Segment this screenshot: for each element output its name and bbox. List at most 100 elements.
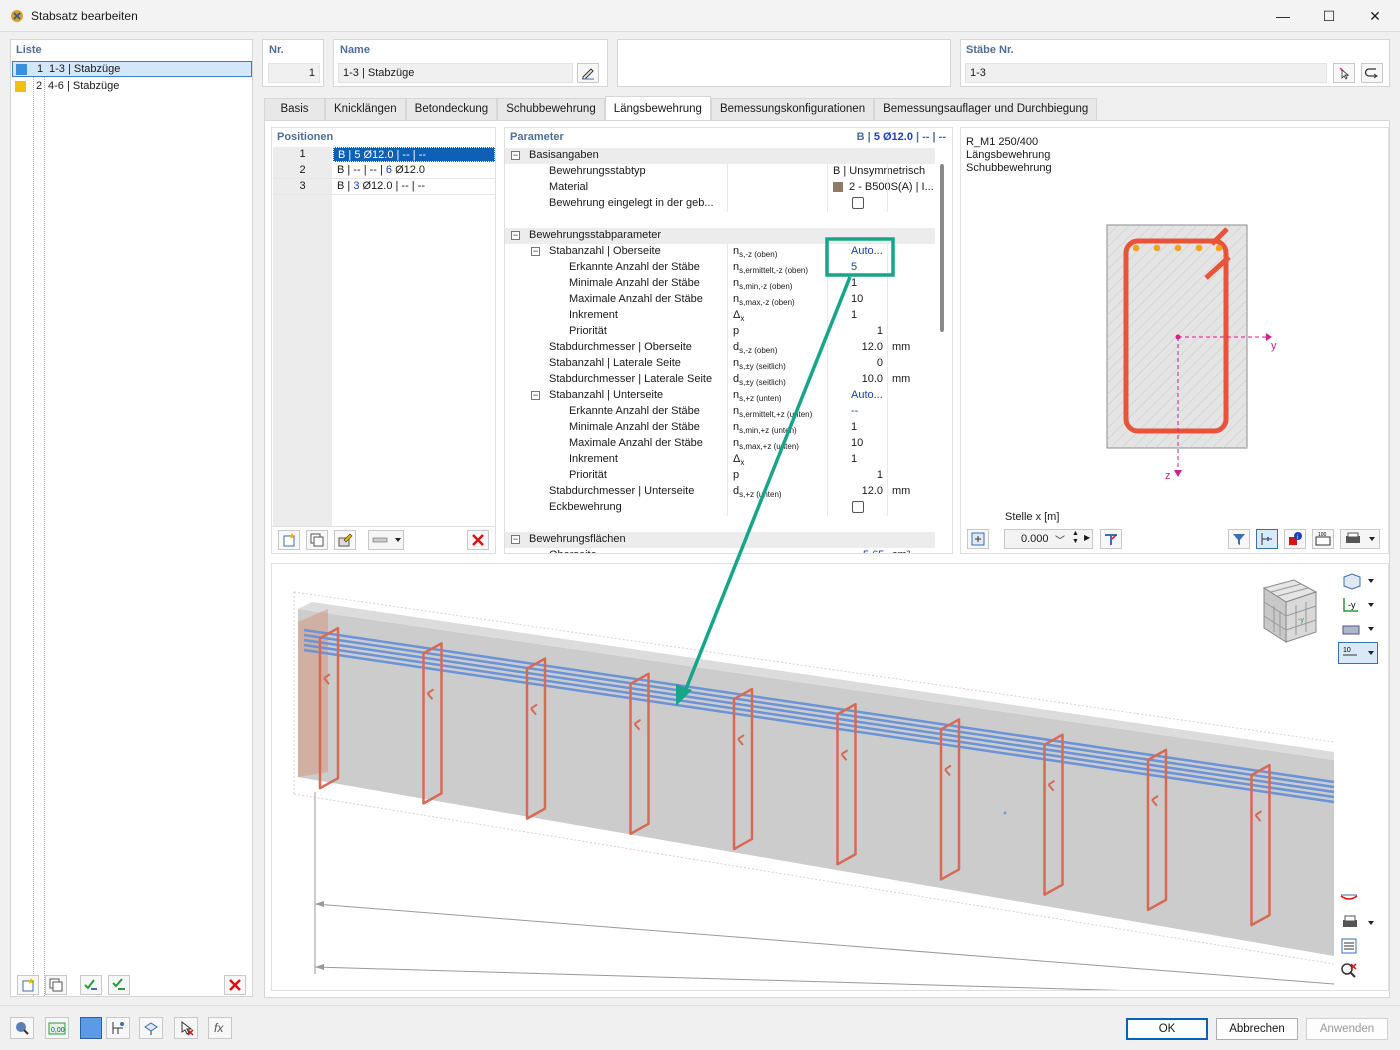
parameter-value[interactable]: 10.0 xyxy=(862,373,883,385)
tab-knicklaengen[interactable]: Knicklängen xyxy=(325,98,406,120)
check-all-button[interactable] xyxy=(80,975,102,995)
position-options-dropdown[interactable] xyxy=(368,530,404,550)
new-position-button[interactable] xyxy=(278,530,300,550)
tab-schubbewehrung[interactable]: Schubbewehrung xyxy=(497,98,605,120)
parameter-value[interactable]: Auto... xyxy=(851,389,883,401)
tab-bemessungskonfigurationen[interactable]: Bemessungskonfigurationen xyxy=(710,98,875,120)
info-button[interactable]: i xyxy=(1284,529,1306,549)
navigation-cube[interactable]: -y xyxy=(1254,576,1322,648)
minimize-button[interactable]: — xyxy=(1260,0,1306,32)
parameter-row[interactable]: Stabdurchmesser | Oberseite ds,-z (oben) 1… xyxy=(505,340,935,356)
list-item[interactable]: 1 1-3 | Stabzüge xyxy=(12,61,252,77)
edit-name-button[interactable] xyxy=(577,63,599,83)
filter-button[interactable] xyxy=(1228,529,1250,549)
ok-button[interactable]: OK xyxy=(1126,1018,1208,1040)
parameter-row[interactable]: Maximale Anzahl der Stäbe ns,max,-z (oben… xyxy=(505,292,935,308)
scale-button[interactable]: 100 xyxy=(1312,529,1334,549)
tab-laengsbewehrung[interactable]: Längsbewehrung xyxy=(604,96,711,120)
copy-position-button[interactable] xyxy=(306,530,328,550)
parameter-value[interactable]: 1 xyxy=(877,469,883,481)
print-dropdown[interactable] xyxy=(1340,529,1380,549)
checkbox[interactable] xyxy=(852,197,864,209)
color-icon[interactable] xyxy=(80,1017,102,1039)
collapse-icon[interactable]: − xyxy=(531,247,540,256)
parameter-row[interactable]: Priorität p 1 xyxy=(505,324,935,340)
section-header[interactable]: − Basisangaben xyxy=(505,148,935,164)
section-settings-button[interactable] xyxy=(967,529,989,549)
spinner-arrows-icon[interactable]: ▲ ▼ xyxy=(1072,530,1079,546)
nr-field[interactable]: 1 xyxy=(268,63,320,83)
parameter-row[interactable]: Stabanzahl | Laterale Seite ns,±y (seitli… xyxy=(505,356,935,372)
parameter-row[interactable]: Oberseite 5.65 cm² xyxy=(505,548,935,553)
parameter-value[interactable]: 1 xyxy=(851,277,857,289)
close-window-button[interactable]: ✕ xyxy=(1352,0,1398,32)
table-row[interactable]: 2 B | -- | -- | 6 Ø12.0 xyxy=(273,163,495,179)
collapse-icon[interactable]: − xyxy=(511,151,520,160)
check-selected-button[interactable] xyxy=(108,975,130,995)
delete-item-button[interactable] xyxy=(224,975,246,995)
parameter-value[interactable]: -- xyxy=(851,405,858,417)
parameter-value[interactable]: 12.0 xyxy=(862,341,883,353)
dimension-scale-dropdown[interactable]: 10 xyxy=(1338,642,1378,664)
chevron-down-icon[interactable]: ﹀ xyxy=(1055,532,1065,547)
pick-members-button[interactable] xyxy=(1333,63,1355,83)
parameter-value[interactable]: 1 xyxy=(851,309,857,321)
apply-button[interactable]: Anwenden xyxy=(1306,1018,1388,1040)
section-header[interactable]: − Bewehrungsflächen xyxy=(505,532,935,548)
section-style-button[interactable] xyxy=(1100,529,1122,549)
parameter-value[interactable]: 10 xyxy=(851,293,863,305)
display-dropdown[interactable] xyxy=(1338,618,1378,640)
formula-icon[interactable]: fx xyxy=(208,1017,232,1039)
parameter-row[interactable]: − Stabanzahl | Oberseite ns,-z (oben) Auto.… xyxy=(505,244,935,260)
parameter-row[interactable]: Bewehrung eingelegt in der geb... xyxy=(505,196,935,212)
search-icon[interactable] xyxy=(10,1017,34,1039)
parameter-value[interactable]: 10 xyxy=(851,437,863,449)
reverse-button[interactable] xyxy=(1361,63,1383,83)
parameter-value[interactable]: 1 xyxy=(851,453,857,465)
edit-position-button[interactable] xyxy=(334,530,356,550)
members-field[interactable]: 1-3 xyxy=(965,63,1327,83)
parameter-row[interactable]: Inkrement Δx 1 xyxy=(505,452,935,468)
parameter-value[interactable]: 5 xyxy=(851,261,857,273)
parameter-row[interactable]: Bewehrungsstabtyp B | Unsymmetrisch xyxy=(505,164,935,180)
tab-basis[interactable]: Basis xyxy=(264,98,325,120)
maximize-button[interactable]: ☐ xyxy=(1306,0,1352,32)
deformation-button[interactable] xyxy=(1338,888,1362,910)
collapse-icon[interactable]: − xyxy=(531,391,540,400)
table-row[interactable]: 3 B | 3 Ø12.0 | -- | -- xyxy=(273,179,495,195)
name-field[interactable]: 1-3 | Stabzüge xyxy=(338,63,573,83)
collapse-icon[interactable]: − xyxy=(511,535,520,544)
parameter-row[interactable]: − Stabanzahl | Unterseite ns,+z (unten) Aut… xyxy=(505,388,935,404)
parameter-row[interactable]: Maximale Anzahl der Stäbe ns,max,+z (unte… xyxy=(505,436,935,452)
table-row[interactable]: 1 B | 5 Ø12.0 | -- | -- xyxy=(273,147,495,163)
collapse-icon[interactable]: − xyxy=(511,231,520,240)
list-item[interactable]: 2 4-6 | Stabzüge xyxy=(12,79,252,95)
cancel-button[interactable]: Abbrechen xyxy=(1216,1018,1298,1040)
parameter-row[interactable]: Minimale Anzahl der Stäbe ns,min,+z (unte… xyxy=(505,420,935,436)
parameter-row[interactable]: Minimale Anzahl der Stäbe ns,min,-z (oben… xyxy=(505,276,935,292)
copy-item-button[interactable] xyxy=(45,975,67,995)
stelle-spinner[interactable]: 0.000 ﹀ ▲ ▼ ▶ xyxy=(1004,529,1093,549)
section-header[interactable]: − Bewehrungsstabparameter xyxy=(505,228,935,244)
parameter-value[interactable]: 12.0 xyxy=(862,485,883,497)
clear-selection-icon[interactable] xyxy=(174,1017,198,1039)
parameter-scrollbar[interactable] xyxy=(940,164,944,332)
tab-bemessungsauflager[interactable]: Bemessungsauflager und Durchbiegung xyxy=(874,98,1098,120)
structure-icon[interactable] xyxy=(106,1017,130,1039)
units-icon[interactable]: 0,00 xyxy=(45,1017,69,1039)
parameter-row[interactable]: Erkannte Anzahl der Stäbe ns,ermittelt,+z… xyxy=(505,404,935,420)
parameter-value[interactable]: 1 xyxy=(877,325,883,337)
parameter-row[interactable]: Erkannte Anzahl der Stäbe ns,ermittelt,-z… xyxy=(505,260,935,276)
parameter-row[interactable]: Material 2 - B500S(A) | I... xyxy=(505,180,935,196)
parameter-row[interactable]: Stabdurchmesser | Laterale Seite ds,±y (s… xyxy=(505,372,935,388)
settings-list-button[interactable] xyxy=(1338,936,1362,958)
comment-panel[interactable] xyxy=(617,39,951,87)
parameter-row[interactable]: Inkrement Δx 1 xyxy=(505,308,935,324)
parameter-value[interactable]: B | Unsymmetrisch xyxy=(833,165,925,177)
parameter-row[interactable]: Eckbewehrung xyxy=(505,500,935,516)
print-view-dropdown[interactable] xyxy=(1338,912,1378,934)
parameter-row[interactable]: Priorität p 1 xyxy=(505,468,935,484)
model-icon[interactable] xyxy=(139,1017,163,1039)
dimension-button[interactable] xyxy=(1256,529,1278,549)
delete-position-button[interactable] xyxy=(467,530,489,550)
